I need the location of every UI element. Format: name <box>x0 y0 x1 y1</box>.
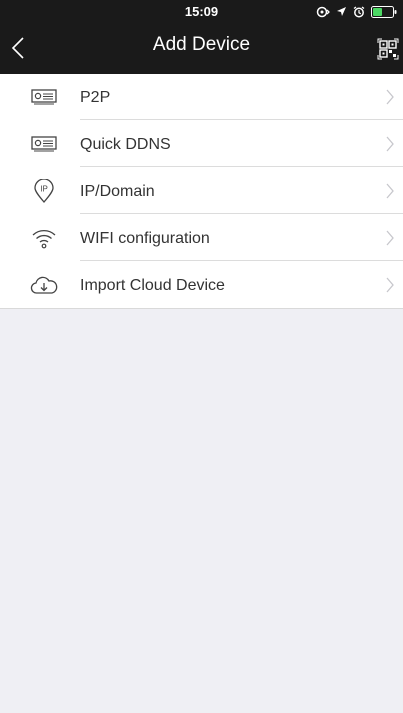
rotation-lock-icon <box>316 6 330 17</box>
chevron-right-icon <box>386 89 394 105</box>
device-box-icon <box>30 85 58 109</box>
qr-code-icon <box>377 38 399 60</box>
row-divider <box>80 119 403 120</box>
top-bar: 15:09 Add Device <box>0 0 403 74</box>
status-bar: 15:09 <box>0 0 403 22</box>
alarm-icon <box>353 5 365 17</box>
chevron-right-icon <box>386 136 394 152</box>
menu-item-label: WIFI configuration <box>80 230 210 247</box>
menu-item-import-cloud-device[interactable]: Import Cloud Device <box>0 262 403 308</box>
battery-icon <box>371 5 397 18</box>
menu-item-p2p[interactable]: P2P <box>0 74 403 120</box>
menu-item-label: IP/Domain <box>80 183 155 200</box>
chevron-right-icon <box>386 183 394 199</box>
row-divider <box>80 166 403 167</box>
add-device-options-list: P2P Quick DDNS IP IP/Domain WIFI configu… <box>0 74 403 309</box>
chevron-right-icon <box>386 230 394 246</box>
back-button[interactable] <box>6 32 30 64</box>
location-arrow-icon <box>337 7 346 16</box>
page-title: Add Device <box>152 34 251 55</box>
menu-item-label: P2P <box>80 89 111 106</box>
wifi-icon <box>30 226 58 250</box>
cloud-download-icon <box>30 273 58 297</box>
qr-scan-button[interactable] <box>377 38 399 60</box>
device-box-icon <box>30 132 58 156</box>
svg-text:IP: IP <box>40 185 48 194</box>
ip-pin-icon: IP <box>30 179 58 203</box>
menu-item-label: Import Cloud Device <box>80 277 225 294</box>
chevron-right-icon <box>386 277 394 293</box>
navigation-bar: Add Device <box>0 22 403 74</box>
menu-item-quick-ddns[interactable]: Quick DDNS <box>0 121 403 167</box>
chevron-left-icon <box>11 37 24 59</box>
status-icons <box>316 5 397 18</box>
menu-item-wifi-configuration[interactable]: WIFI configuration <box>0 215 403 261</box>
row-divider <box>80 260 403 261</box>
menu-item-ip-domain[interactable]: IP IP/Domain <box>0 168 403 214</box>
row-divider <box>80 213 403 214</box>
menu-item-label: Quick DDNS <box>80 136 171 153</box>
